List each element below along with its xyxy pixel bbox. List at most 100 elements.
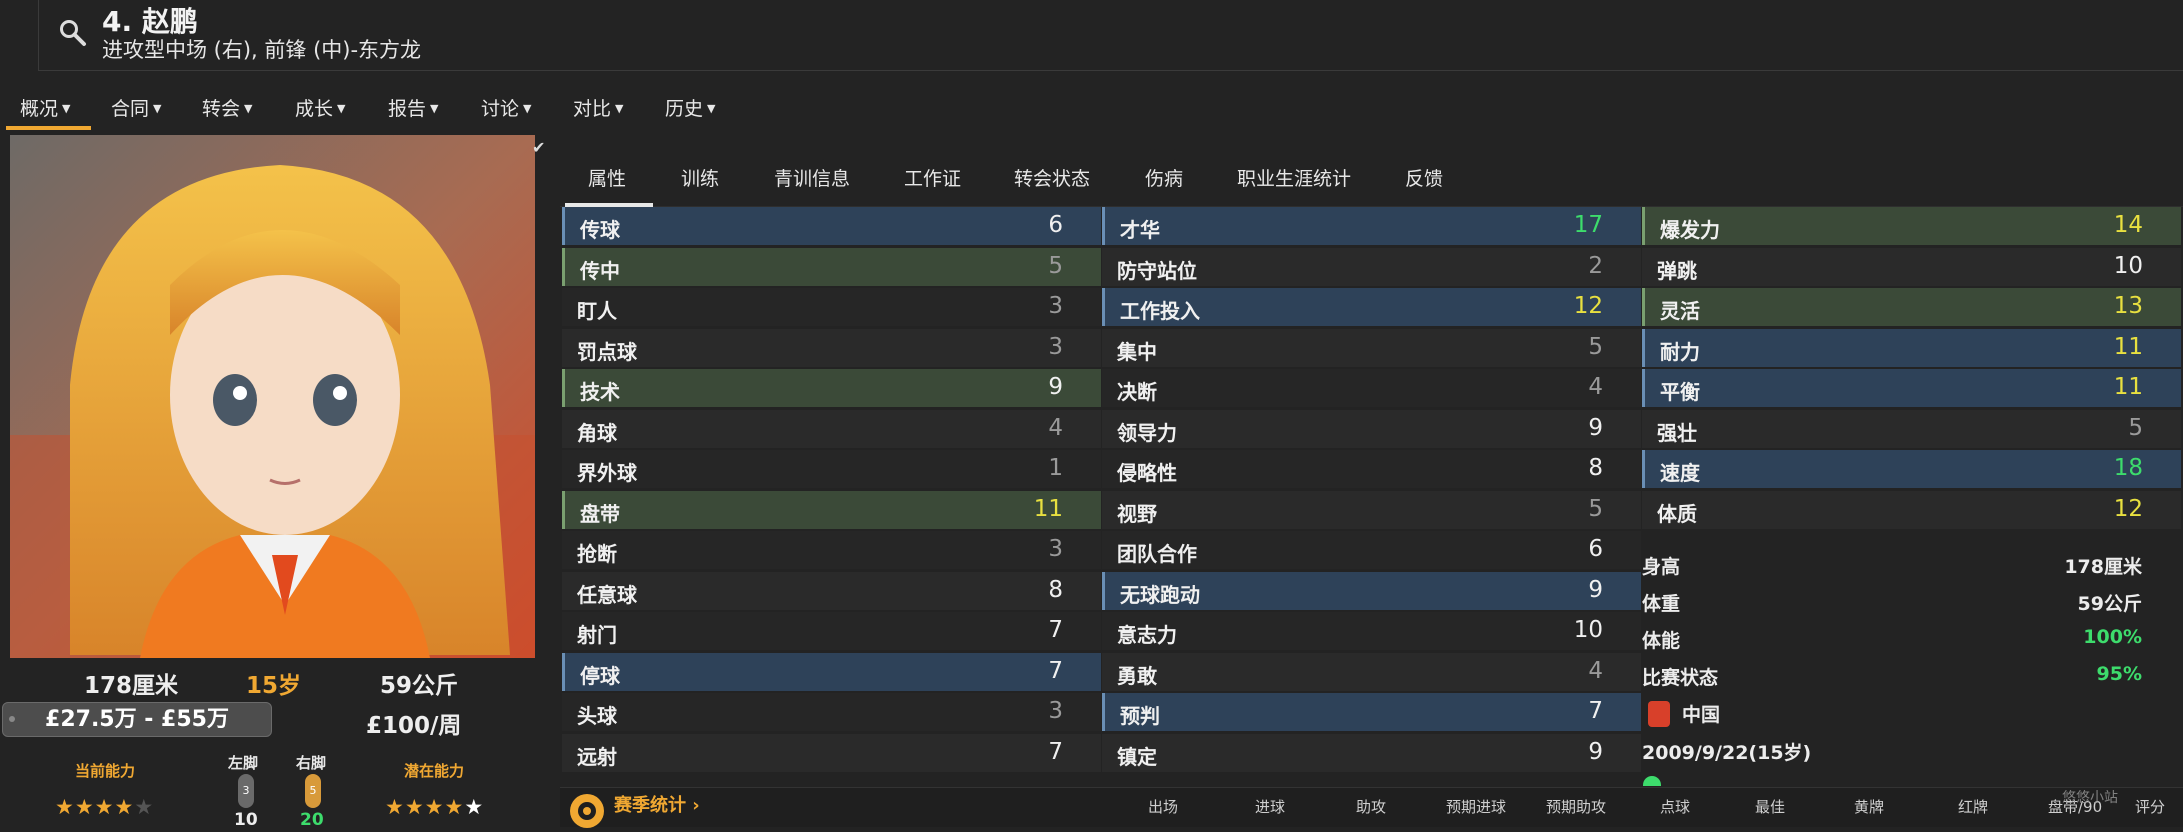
- current-ability-label: 当前能力: [75, 762, 136, 780]
- chevron-down-icon: ▼: [337, 102, 346, 115]
- attribute-row: 灵活 13: [1642, 288, 2181, 326]
- season-column-header[interactable]: 评分: [2135, 796, 2165, 817]
- attribute-value: 9: [1048, 374, 1063, 400]
- chevron-down-icon: ▼: [153, 102, 162, 115]
- nav-label: 对比: [573, 98, 612, 120]
- attribute-value: 1: [1048, 455, 1063, 481]
- attribute-value: 18: [2113, 455, 2143, 481]
- nav-overview[interactable]: 概况 ▼: [20, 94, 70, 121]
- nav-discuss[interactable]: 讨论 ▼: [481, 94, 531, 121]
- attribute-row: 爆发力 14: [1642, 207, 2181, 245]
- attribute-label: 勇敢: [1117, 663, 1157, 688]
- attribute-row: 侵略性 8: [1102, 450, 1641, 488]
- attribute-row: 停球 7: [562, 652, 1101, 691]
- attribute-label: 抢断: [577, 542, 617, 566]
- status-dot-icon: [1643, 776, 1661, 786]
- bio-height: 178厘米: [84, 673, 179, 699]
- attribute-value: 10: [1573, 617, 1603, 643]
- attribute-label: 意志力: [1117, 623, 1177, 647]
- check-icon: ✔: [532, 138, 546, 157]
- attribute-value: 3: [1048, 293, 1063, 319]
- star-icon: ★: [74, 795, 95, 819]
- football-icon[interactable]: [570, 794, 604, 828]
- attribute-label: 团队合作: [1117, 542, 1197, 566]
- chevron-down-icon: ▼: [707, 102, 716, 115]
- season-column-header[interactable]: 助攻: [1356, 796, 1386, 817]
- tab-transfer-status[interactable]: 转会状态: [1014, 164, 1090, 191]
- attribute-label: 侵略性: [1117, 461, 1177, 485]
- star-icon: ★: [404, 795, 425, 819]
- attribute-row: 团队合作 6: [1102, 531, 1641, 569]
- watermark: 悠悠小站: [2062, 790, 2118, 806]
- transfer-value-text: £27.5万 - £55万: [45, 707, 229, 732]
- star-icon: ★: [94, 795, 115, 819]
- attribute-label: 预判: [1120, 704, 1160, 728]
- current-ability-stars: ★★★★★: [55, 795, 154, 819]
- season-stats-link[interactable]: 赛季统计 ›: [614, 791, 700, 817]
- attribute-value: 2: [1588, 252, 1603, 279]
- attribute-row: 视野 5: [1102, 490, 1641, 529]
- attribute-label: 工作投入: [1120, 299, 1200, 323]
- attribute-value: 5: [1588, 495, 1603, 522]
- tab-work-permit[interactable]: 工作证: [904, 164, 961, 191]
- nav-contract[interactable]: 合同 ▼: [111, 94, 161, 121]
- attribute-row: 盯人 3: [562, 288, 1101, 326]
- attribute-value: 4: [1048, 414, 1063, 441]
- tab-attributes[interactable]: 属性: [588, 164, 626, 191]
- attribute-label: 防守站位: [1117, 258, 1197, 283]
- attribute-row: 罚点球 3: [562, 328, 1101, 367]
- tab-training[interactable]: 训练: [681, 164, 719, 191]
- attribute-label: 领导力: [1117, 420, 1177, 445]
- tab-youth-info[interactable]: 青训信息: [774, 164, 850, 191]
- attribute-label: 决断: [1117, 380, 1157, 404]
- attribute-row: 平衡 11: [1642, 369, 2181, 407]
- attribute-value: 5: [1588, 333, 1603, 360]
- season-column-header[interactable]: 红牌: [1958, 796, 1988, 817]
- main-nav: 概况 ▼ 合同 ▼ 转会 ▼ 成长 ▼ 报告 ▼ 讨论 ▼ 对比 ▼ 历史 ▼: [0, 88, 2183, 132]
- nav-reports[interactable]: 报告 ▼: [388, 94, 438, 121]
- chevron-down-icon: ▼: [244, 102, 253, 115]
- info-label: 体能: [1642, 630, 1681, 652]
- attribute-row: 强壮 5: [1642, 409, 2181, 448]
- nav-development[interactable]: 成长 ▼: [295, 94, 345, 121]
- attribute-row: 技术 9: [562, 369, 1101, 407]
- attribute-label: 角球: [577, 420, 617, 445]
- tab-injuries[interactable]: 伤病: [1145, 164, 1183, 191]
- season-column-header[interactable]: 点球: [1660, 796, 1690, 817]
- nationality-row[interactable]: 中国: [1642, 700, 2162, 727]
- attribute-row: 体质 12: [1642, 490, 2181, 529]
- nav-label: 报告: [388, 98, 427, 120]
- tab-feedback[interactable]: 反馈: [1405, 164, 1443, 191]
- transfer-value[interactable]: £27.5万 - £55万: [2, 702, 272, 737]
- attribute-row: 盘带 11: [562, 490, 1101, 529]
- potential-ability-stars: ★★★★★: [385, 795, 484, 819]
- attribute-value: 12: [1573, 293, 1603, 319]
- season-column-header[interactable]: 黄牌: [1854, 796, 1884, 817]
- info-row: 身高 178厘米: [1642, 552, 2162, 579]
- tab-career-stats[interactable]: 职业生涯统计: [1237, 164, 1351, 191]
- potential-ability-label: 潜在能力: [404, 762, 465, 780]
- attribute-value: 12: [2113, 495, 2143, 522]
- left-foot-icon: 3: [238, 774, 254, 808]
- attribute-label: 平衡: [1660, 380, 1700, 404]
- wage: £100/周: [366, 713, 462, 739]
- season-column-header[interactable]: 预期助攻: [1546, 796, 1606, 817]
- attribute-value: 17: [1573, 212, 1603, 238]
- attribute-row: 防守站位 2: [1102, 247, 1641, 286]
- nav-compare[interactable]: 对比 ▼: [573, 94, 623, 121]
- attribute-value: 9: [1588, 576, 1603, 603]
- season-column-header[interactable]: 出场: [1148, 796, 1178, 817]
- season-column-header[interactable]: 最佳: [1755, 796, 1785, 817]
- attribute-value: 9: [1588, 414, 1603, 441]
- attribute-label: 传中: [580, 258, 620, 283]
- search-icon[interactable]: [58, 18, 88, 48]
- bio-age: 15岁: [246, 673, 302, 699]
- right-foot-label: 右脚: [296, 754, 327, 772]
- season-column-header[interactable]: 预期进球: [1446, 796, 1506, 817]
- season-column-header[interactable]: 进球: [1255, 796, 1285, 817]
- attribute-row: 耐力 11: [1642, 328, 2181, 367]
- nav-transfer[interactable]: 转会 ▼: [202, 94, 252, 121]
- physical-attributes: 爆发力 14 弹跳 10 灵活 13 耐力 11 平衡 11 强壮 5 速度 18 体质 12: [1642, 207, 2181, 531]
- attribute-row: 领导力 9: [1102, 409, 1641, 448]
- nav-history[interactable]: 历史 ▼: [665, 94, 715, 121]
